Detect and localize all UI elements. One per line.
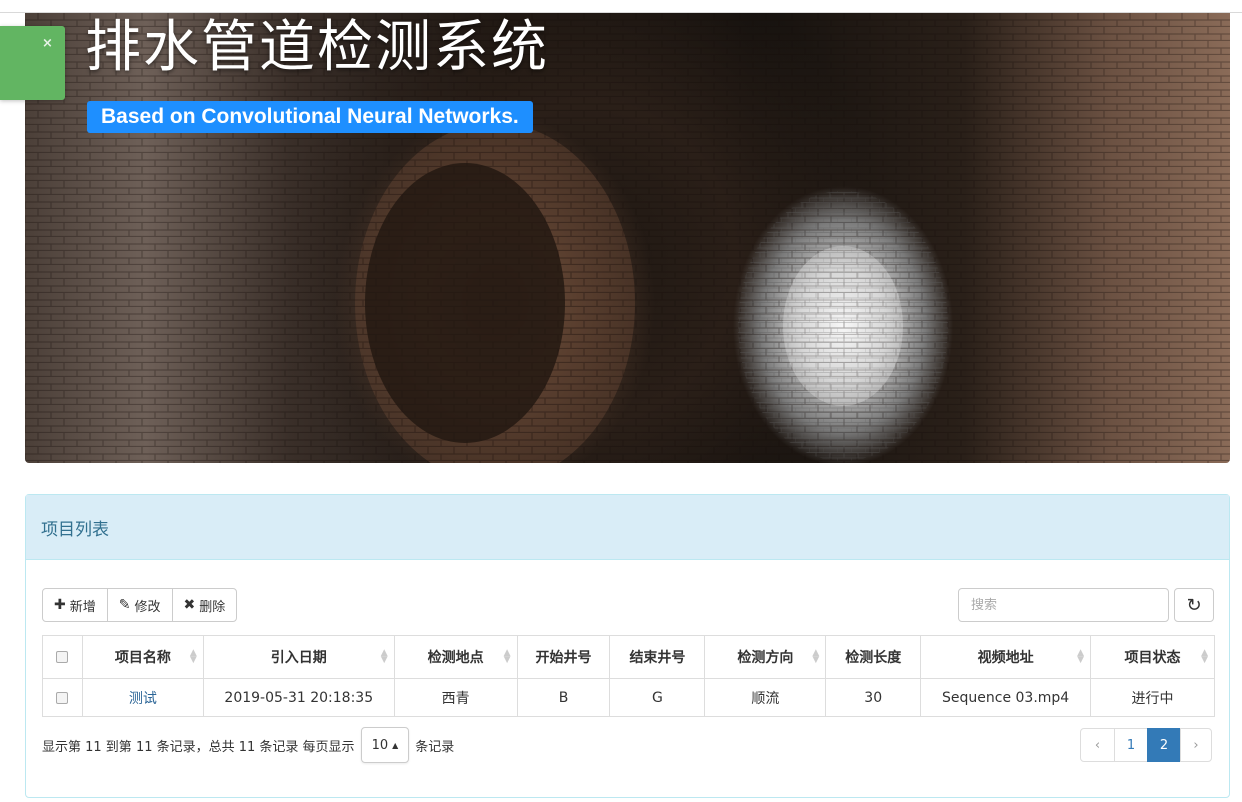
top-bar: [0, 0, 1242, 13]
project-table: 项目名称 ▲ ▼ 引入日期 ▲ ▼ 检测地点 ▲ ▼ 开始井号 结束井号 检测方向 ▲ ▼ 检测…: [42, 635, 1215, 717]
col-header[interactable]: 检测地点 ▲ ▼: [393, 635, 518, 679]
status-cell: 进行中: [1090, 678, 1215, 717]
prev-page-button[interactable]: ‹: [1080, 728, 1115, 762]
notification-toast: ×: [0, 26, 65, 100]
record-info-text: 显示第 11 到第 11 条记录，总共 11 条记录 每页显示: [42, 739, 355, 755]
col-header: 检测长度: [825, 635, 922, 679]
sort-icon: ▲ ▼: [812, 648, 820, 665]
col-header[interactable]: 检测方向 ▲ ▼: [704, 635, 827, 679]
col-header[interactable]: 项目状态 ▲ ▼: [1090, 635, 1215, 679]
refresh-button[interactable]: ↻: [1174, 588, 1214, 622]
hero-banner: 排水管道检测系统 Based on Convolutional Neural N…: [25, 13, 1230, 463]
length-cell: 30: [825, 678, 922, 717]
edit-label: 修改: [134, 599, 161, 615]
sort-icon: ▲ ▼: [380, 648, 388, 665]
search-input[interactable]: [958, 588, 1169, 622]
col-header: 结束井号: [609, 635, 706, 679]
location-cell: 西青: [393, 678, 518, 717]
page-1-button[interactable]: 1: [1114, 728, 1148, 762]
subtitle-badge: Based on Convolutional Neural Networks.: [87, 101, 533, 133]
project-list-panel: 项目列表 ✚ 新增 ✎ 修改 ✖ 删除 ↻ 项目名称▲▼ 引入日期▲▼ 检测地点…: [25, 494, 1230, 798]
pencil-icon: ✎: [118, 597, 131, 613]
table-row[interactable]: 测试 2019-05-31 20:18:35 西青 B G 顺流 30 Sequ…: [42, 678, 1215, 717]
col-header[interactable]: 引入日期 ▲ ▼: [202, 635, 395, 679]
date-cell: 2019-05-31 20:18:35: [202, 678, 395, 717]
start-well-cell: B: [516, 678, 611, 717]
pagination: ‹ 1 2 ›: [1080, 728, 1212, 762]
refresh-icon: ↻: [1186, 594, 1202, 616]
add-button[interactable]: ✚ 新增: [42, 588, 108, 622]
page-title: 排水管道检测系统: [85, 15, 549, 80]
sort-icon: ▲ ▼: [1077, 648, 1085, 665]
delete-label: 删除: [199, 599, 226, 615]
col-header[interactable]: 视频地址 ▲ ▼: [920, 635, 1092, 679]
direction-cell: 顺流: [704, 678, 827, 717]
row-select-cell: [42, 678, 83, 717]
panel-title: 项目列表: [26, 495, 1229, 560]
sort-icon: ▲ ▼: [503, 648, 511, 665]
record-suffix-text: 条记录: [415, 739, 455, 755]
table-header-row: 项目名称 ▲ ▼ 引入日期 ▲ ▼ 检测地点 ▲ ▼ 开始井号 结束井号 检测方向 ▲ ▼ 检测…: [42, 635, 1215, 679]
next-page-button[interactable]: ›: [1180, 728, 1212, 762]
page-size-select[interactable]: 10 ▲: [360, 727, 410, 763]
sort-icon: ▲ ▼: [1201, 648, 1208, 665]
video-cell: Sequence 03.mp4: [920, 678, 1092, 717]
col-header: 开始井号: [516, 635, 611, 679]
row-checkbox[interactable]: [56, 691, 69, 704]
close-icon[interactable]: ×: [42, 36, 53, 51]
delete-button[interactable]: ✖ 删除: [171, 588, 238, 622]
sort-icon: ▲ ▼: [189, 648, 197, 665]
select-all-cell: [42, 635, 83, 679]
add-label: 新增: [69, 599, 96, 615]
end-well-cell: G: [609, 678, 706, 717]
remove-icon: ✖: [183, 597, 196, 613]
page-2-button[interactable]: 2: [1147, 728, 1181, 762]
pagination-info: 显示第 11 到第 11 条记录，总共 11 条记录 每页显示 10 ▲ 条记录: [42, 727, 454, 763]
toolbar: ✚ 新增 ✎ 修改 ✖ 删除: [42, 588, 238, 622]
select-all-checkbox[interactable]: [56, 651, 69, 663]
caret-up-icon: ▲: [392, 740, 399, 750]
plus-icon: ✚: [54, 597, 66, 613]
col-header[interactable]: 项目名称 ▲ ▼: [81, 635, 204, 679]
edit-button[interactable]: ✎ 修改: [106, 588, 173, 622]
project-name-cell[interactable]: 测试: [81, 678, 204, 717]
